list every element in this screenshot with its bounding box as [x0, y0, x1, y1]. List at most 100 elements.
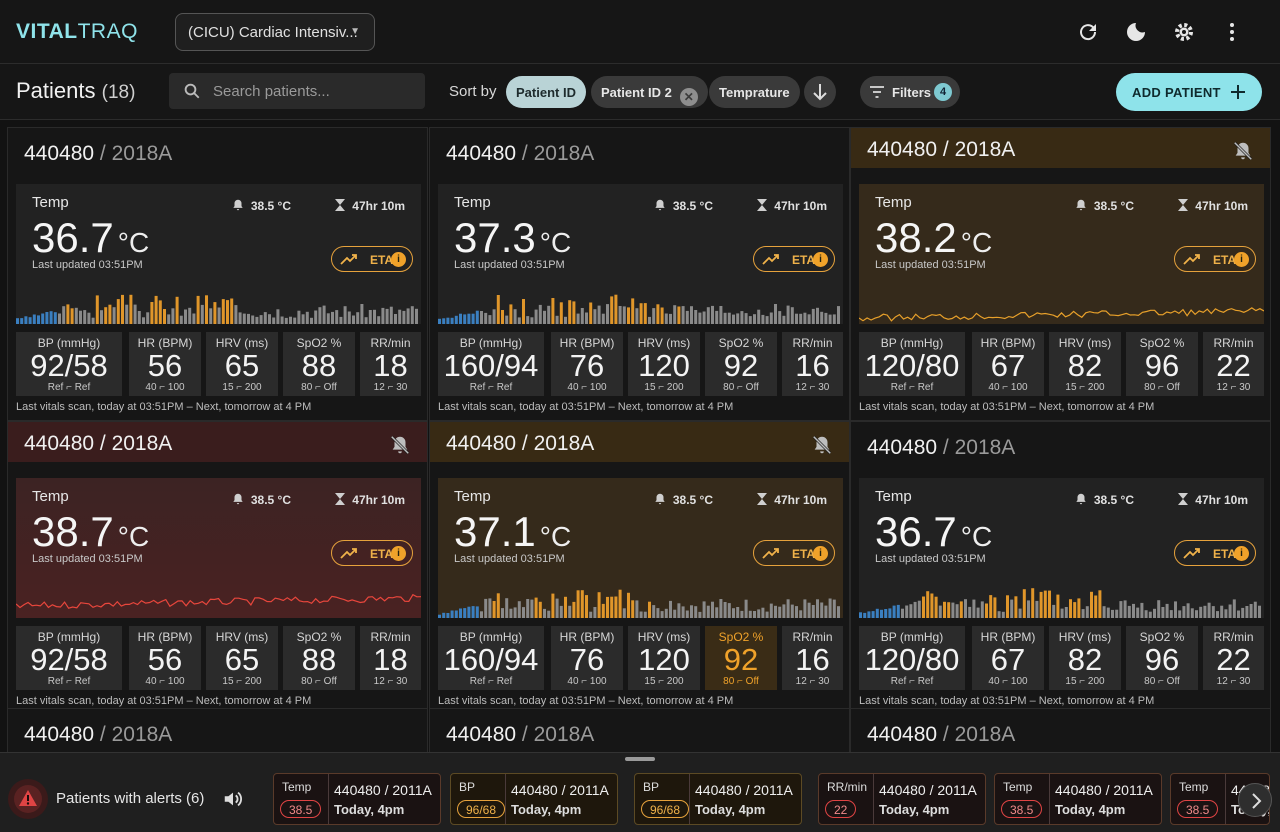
vital-box[interactable]: SpO2 % 92 80 ⌐ Off [705, 626, 777, 690]
vital-box[interactable]: RR/min 22 12 ⌐ 30 [1203, 332, 1264, 396]
info-icon[interactable]: i [391, 546, 406, 561]
settings-icon[interactable] [1172, 20, 1196, 44]
patient-id: 440480 / 2018A [430, 422, 849, 462]
patient-card[interactable]: 440480 / 2018A Temp 38.7 °C Last updated 03:… [7, 421, 428, 715]
hourglass-icon [1177, 199, 1195, 213]
vital-box[interactable]: BP (mmHg) 92/58 Ref ⌐ Ref [16, 332, 122, 396]
notifications-off-icon[interactable] [811, 434, 833, 461]
close-icon[interactable]: ✕ [679, 88, 698, 106]
vital-box[interactable]: HR (BPM) 67 40 ⌐ 100 [972, 332, 1044, 396]
vital-range: 15 ⌐ 200 [644, 676, 684, 687]
vital-box[interactable]: SpO2 % 92 80 ⌐ Off [705, 332, 777, 396]
info-icon[interactable]: i [813, 546, 828, 561]
sort-chip-patient-id-2[interactable]: Patient ID 2 ✕ [591, 76, 708, 108]
info-icon[interactable]: i [1234, 546, 1249, 561]
vital-box[interactable]: HR (BPM) 56 40 ⌐ 100 [129, 332, 201, 396]
vital-value: 18 [373, 642, 408, 677]
eta-button[interactable]: ETA i [753, 540, 835, 566]
info-icon[interactable]: i [391, 252, 406, 267]
drawer-handle[interactable] [625, 757, 655, 761]
vital-box[interactable]: HRV (ms) 82 15 ⌐ 200 [1049, 626, 1121, 690]
vital-box[interactable]: HRV (ms) 120 15 ⌐ 200 [628, 332, 700, 396]
vital-box[interactable]: RR/min 16 12 ⌐ 30 [782, 626, 843, 690]
patient-id: 440480 / 2018A [8, 422, 427, 462]
hourglass-icon [1177, 493, 1195, 507]
volume-icon[interactable] [222, 788, 244, 810]
vital-box[interactable]: RR/min 18 12 ⌐ 30 [360, 626, 421, 690]
vital-box[interactable]: HR (BPM) 67 40 ⌐ 100 [972, 626, 1044, 690]
dark-mode-icon[interactable] [1124, 20, 1148, 44]
vital-box[interactable]: RR/min 18 12 ⌐ 30 [360, 332, 421, 396]
vital-box[interactable]: BP (mmHg) 120/80 Ref ⌐ Ref [859, 332, 965, 396]
patient-card[interactable]: 440480 / 2018A Temp 37.3 °C Last updated 03:… [429, 127, 850, 421]
eta-button[interactable]: ETA i [1174, 246, 1256, 272]
vital-box[interactable]: SpO2 % 96 80 ⌐ Off [1126, 626, 1198, 690]
notifications-off-icon[interactable] [389, 434, 411, 461]
vital-box[interactable]: SpO2 % 88 80 ⌐ Off [283, 332, 355, 396]
vital-box[interactable]: HRV (ms) 65 15 ⌐ 200 [206, 626, 278, 690]
vital-range: 80 ⌐ Off [301, 382, 337, 393]
add-patient-label: ADD PATIENT [1132, 85, 1221, 100]
patient-grid: 440480 / 2018A Temp 36.7 °C Last updated 03:… [0, 120, 1280, 752]
last-updated: Last updated 03:51PM [875, 259, 986, 271]
alert-time: Today, 4pm [1055, 802, 1126, 817]
next-alerts-button[interactable] [1238, 783, 1272, 817]
alert-card[interactable]: Temp 38.5 440480 / 2011A Today, 4pm [994, 773, 1162, 825]
filters-button[interactable]: Filters 4 [860, 76, 960, 108]
toolbar: Patients (18) Search patients... Sort by… [0, 64, 1280, 120]
vital-box[interactable]: HR (BPM) 56 40 ⌐ 100 [129, 626, 201, 690]
vital-box[interactable]: HRV (ms) 65 15 ⌐ 200 [206, 332, 278, 396]
duration: 47hr 10m [334, 198, 405, 213]
vital-box[interactable]: SpO2 % 88 80 ⌐ Off [283, 626, 355, 690]
patient-card[interactable]: 440480 / 2018A Temp 38.2 °C Last updated 03:… [850, 127, 1271, 421]
vitals-row: BP (mmHg) 92/58 Ref ⌐ Ref HR (BPM) 56 40 ⌐ 10… [16, 332, 421, 396]
unit-select[interactable]: (CICU) Cardiac Intensiv... ▼ [175, 13, 375, 51]
info-icon[interactable]: i [1234, 252, 1249, 267]
eta-button[interactable]: ETA i [331, 246, 413, 272]
alert-card[interactable]: BP 96/68 440480 / 2011A Today, 4pm [450, 773, 618, 825]
alert-card[interactable]: Temp 38.5 440480 / 2011A Today, 4pm [273, 773, 441, 825]
vital-box[interactable]: RR/min 16 12 ⌐ 30 [782, 332, 843, 396]
add-patient-button[interactable]: ADD PATIENT [1116, 73, 1262, 111]
sort-chip-patient-id[interactable]: Patient ID [506, 76, 586, 108]
eta-button[interactable]: ETA i [331, 540, 413, 566]
patient-id-suffix: / 2018A [937, 723, 1016, 746]
alert-value: 96/68 [641, 800, 690, 818]
vital-box[interactable]: BP (mmHg) 160/94 Ref ⌐ Ref [438, 626, 544, 690]
eta-button[interactable]: ETA i [753, 246, 835, 272]
vital-box[interactable]: RR/min 22 12 ⌐ 30 [1203, 626, 1264, 690]
vital-box[interactable]: HR (BPM) 76 40 ⌐ 100 [551, 626, 623, 690]
vitals-scan-info: Last vitals scan, today at 03:51PM – Nex… [16, 695, 312, 707]
bell-icon [1074, 199, 1094, 213]
alert-card[interactable]: BP 96/68 440480 / 2011A Today, 4pm [634, 773, 802, 825]
patient-card[interactable]: 440480 / 2018A Temp 36.7 °C Last updated 03:… [7, 127, 428, 421]
last-updated: Last updated 03:51PM [454, 553, 565, 565]
eta-button[interactable]: ETA i [1174, 540, 1256, 566]
vital-box[interactable]: SpO2 % 96 80 ⌐ Off [1126, 332, 1198, 396]
vital-box[interactable]: BP (mmHg) 160/94 Ref ⌐ Ref [438, 332, 544, 396]
sort-chip-temperature[interactable]: Temprature [709, 76, 800, 108]
vital-box[interactable]: BP (mmHg) 92/58 Ref ⌐ Ref [16, 626, 122, 690]
patient-card[interactable]: 440480 / 2018A [850, 708, 1271, 752]
patient-card[interactable]: 440480 / 2018A [429, 708, 850, 752]
search-input[interactable]: Search patients... [169, 73, 425, 109]
vital-box[interactable]: HRV (ms) 82 15 ⌐ 200 [1049, 332, 1121, 396]
vital-box[interactable]: BP (mmHg) 120/80 Ref ⌐ Ref [859, 626, 965, 690]
patient-card[interactable]: 440480 / 2018A [7, 708, 428, 752]
patient-id: 440480 / 2018A [24, 142, 173, 165]
info-icon[interactable]: i [813, 252, 828, 267]
alert-time: Today, 4pm [879, 802, 950, 817]
more-vert-icon[interactable] [1220, 20, 1244, 44]
app-logo[interactable]: VITALTRAQ [16, 20, 138, 44]
patient-card[interactable]: 440480 / 2018A Temp 36.7 °C Last updated 03:… [850, 421, 1271, 715]
temp-value: 37.1 °C [454, 508, 572, 555]
temp-threshold: 38.5 °C [1074, 492, 1134, 507]
vital-box[interactable]: HR (BPM) 76 40 ⌐ 100 [551, 332, 623, 396]
notifications-off-icon[interactable] [1232, 140, 1254, 167]
sort-direction-button[interactable] [804, 76, 836, 108]
alert-metric: Temp [282, 780, 312, 794]
vital-box[interactable]: HRV (ms) 120 15 ⌐ 200 [628, 626, 700, 690]
alert-card[interactable]: RR/min 22 440480 / 2011A Today, 4pm [818, 773, 986, 825]
patient-card[interactable]: 440480 / 2018A Temp 37.1 °C Last updated 03:… [429, 421, 850, 715]
refresh-icon[interactable] [1076, 20, 1100, 44]
